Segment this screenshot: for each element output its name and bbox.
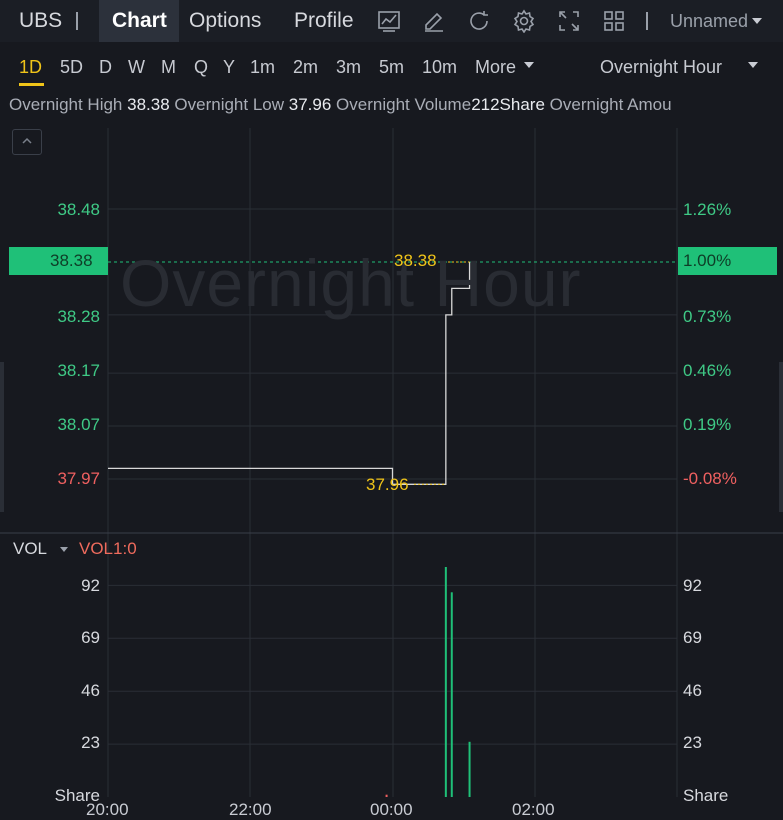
timeframe-m[interactable]: M <box>161 54 176 80</box>
volume-bar <box>385 794 388 797</box>
volume-indicator-value: VOL1:0 <box>79 539 137 558</box>
low-marker-label: 37.96 <box>366 475 409 494</box>
overnight-volume-label: Overnight Volume <box>336 95 472 114</box>
timeframe-w[interactable]: W <box>128 54 145 80</box>
overnight-amount-label: Overnight Amou <box>549 95 672 114</box>
timeframe-3m[interactable]: 3m <box>336 54 361 80</box>
volume-bar <box>468 741 471 797</box>
session-dropdown[interactable]: Overnight Hour <box>600 54 722 80</box>
percent-axis-label: 0.19% <box>683 415 732 434</box>
price-volume-chart[interactable] <box>0 0 783 820</box>
toolbar-divider <box>646 12 648 30</box>
overnight-low-label: Overnight Low <box>174 95 285 114</box>
chevron-down-icon[interactable] <box>752 18 762 24</box>
tab-profile[interactable]: Profile <box>294 0 354 42</box>
refresh-icon[interactable] <box>467 9 491 33</box>
top-toolbar: UBS Chart Options Profile Unnamed <box>0 0 783 42</box>
chevron-down-icon[interactable] <box>524 62 534 68</box>
chart-watermark: Overnight Hour <box>120 246 582 320</box>
time-axis-label: 20:00 <box>86 800 129 819</box>
timeframe-5m[interactable]: 5m <box>379 54 404 80</box>
timeframe-bar: 1D 5D D W M Q Y 1m 2m 3m 5m 10m More Ove… <box>0 42 783 90</box>
overnight-low-value: 37.96 <box>288 95 332 114</box>
volume-axis-label: 69 <box>81 628 100 647</box>
price-axis-label: 37.97 <box>57 469 100 488</box>
percent-axis-label: 1.26% <box>683 200 732 219</box>
price-axis-label: 38.07 <box>57 415 100 434</box>
price-axis-label: 38.17 <box>57 361 100 380</box>
timeframe-d[interactable]: D <box>99 54 112 80</box>
volume-axis-label: 92 <box>81 576 100 595</box>
current-percent-tag: 1.00% <box>678 247 777 275</box>
overnight-high-label: Overnight High <box>9 95 123 114</box>
current-price-tag: 38.38 <box>9 247 108 275</box>
time-axis-label: 02:00 <box>512 800 555 819</box>
high-marker-label: 38.38 <box>394 251 437 270</box>
volume-axis-label: 46 <box>683 681 702 700</box>
current-percent-value: 1.00% <box>683 251 732 270</box>
volume-axis-label: 92 <box>683 576 702 595</box>
right-panel-handle[interactable] <box>779 362 783 512</box>
symbol-label[interactable]: UBS <box>19 0 62 42</box>
price-axis-label: 38.28 <box>57 307 100 326</box>
draw-icon[interactable] <box>422 9 446 33</box>
percent-axis-label: -0.08% <box>683 469 737 488</box>
layout-name-dropdown[interactable]: Unnamed <box>670 0 748 42</box>
fullscreen-icon[interactable] <box>557 9 581 33</box>
volume-axis-unit: Share <box>683 786 729 805</box>
tab-chart[interactable]: Chart <box>112 0 167 42</box>
volume-axis-label: 69 <box>683 628 702 647</box>
volume-axis-unit: Share <box>54 786 100 805</box>
percent-axis-label: 0.46% <box>683 361 732 380</box>
volume-axis-label: 23 <box>81 733 100 752</box>
volume-bar <box>444 567 447 797</box>
left-panel-handle[interactable] <box>0 362 4 512</box>
chevron-down-icon[interactable] <box>60 547 68 552</box>
collapse-button[interactable] <box>12 129 42 155</box>
overnight-high-value: 38.38 <box>127 95 170 114</box>
volume-indicator-dropdown[interactable]: VOL <box>13 539 47 559</box>
time-axis-label: 00:00 <box>370 800 413 819</box>
timeframe-2m[interactable]: 2m <box>293 54 318 80</box>
timeframe-5d[interactable]: 5D <box>60 54 83 80</box>
volume-bar <box>450 592 453 797</box>
toolbar-divider <box>76 12 78 30</box>
indicator-icon[interactable] <box>377 9 401 33</box>
percent-axis-label: 0.73% <box>683 307 732 326</box>
timeframe-10m[interactable]: 10m <box>422 54 457 80</box>
timeframe-1d[interactable]: 1D <box>19 54 42 80</box>
current-price-value: 38.38 <box>50 251 93 270</box>
time-axis-label: 22:00 <box>229 800 272 819</box>
volume-axis-label: 23 <box>683 733 702 752</box>
tab-options[interactable]: Options <box>189 0 261 42</box>
price-axis-label: 38.48 <box>57 200 100 219</box>
active-timeframe-indicator <box>19 83 44 86</box>
chevron-down-icon[interactable] <box>748 62 758 68</box>
chevron-up-icon <box>22 137 32 144</box>
timeframe-1m[interactable]: 1m <box>250 54 275 80</box>
overnight-volume-value: 212Share <box>471 95 545 114</box>
timeframe-q[interactable]: Q <box>194 54 208 80</box>
settings-icon[interactable] <box>512 9 536 33</box>
volume-axis-label: 46 <box>81 681 100 700</box>
overnight-stats-bar: Overnight High 38.38 Overnight Low 37.96… <box>0 92 783 118</box>
more-timeframes-button[interactable]: More <box>475 54 516 80</box>
layout-grid-icon[interactable] <box>602 9 626 33</box>
timeframe-y[interactable]: Y <box>223 54 235 80</box>
